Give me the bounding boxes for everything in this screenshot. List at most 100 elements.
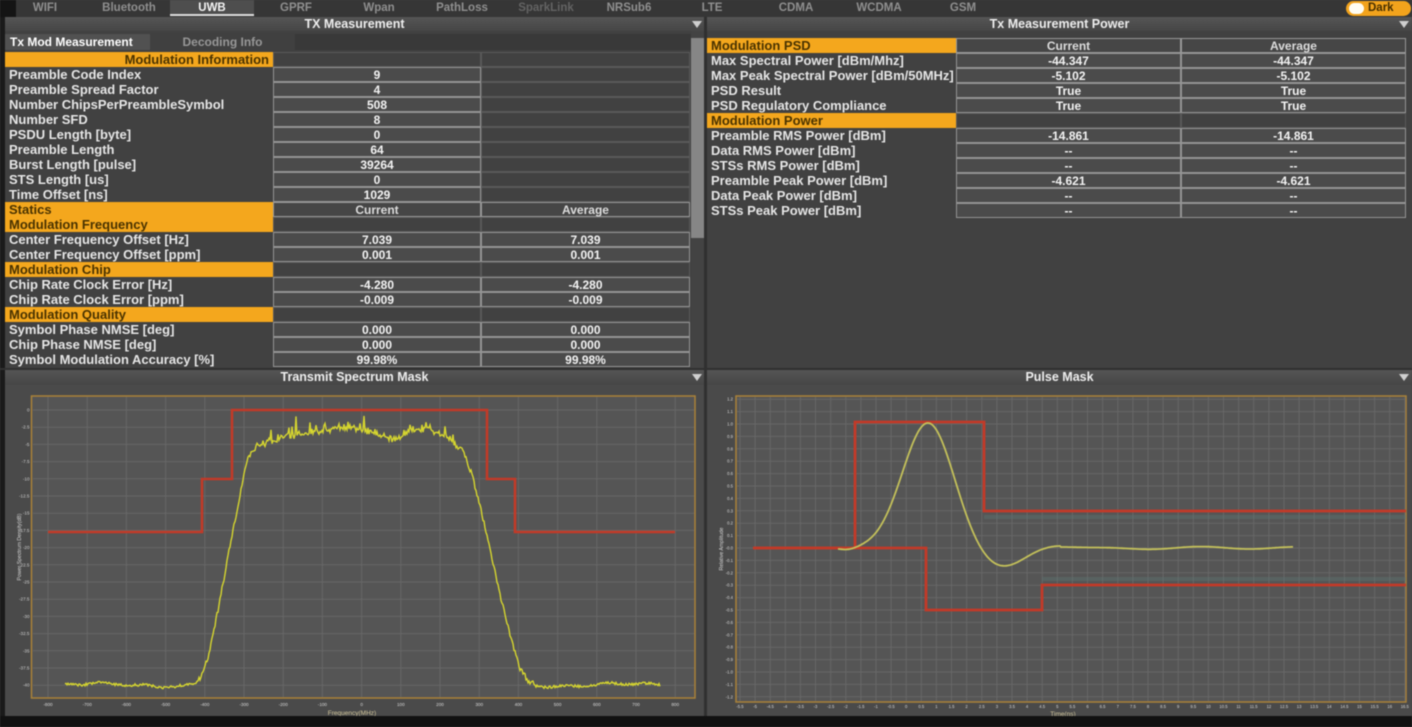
svg-text:9.5: 9.5	[1190, 704, 1196, 709]
svg-text:-40: -40	[23, 683, 30, 688]
svg-text:0: 0	[27, 408, 30, 413]
svg-text:13.5: 13.5	[1310, 704, 1319, 709]
svg-text:3.5: 3.5	[1009, 704, 1015, 709]
svg-text:100: 100	[397, 702, 405, 707]
svg-text:-0.0: -0.0	[726, 546, 734, 551]
svg-text:-600: -600	[122, 702, 132, 707]
svg-text:-300: -300	[239, 702, 249, 707]
svg-text:1: 1	[935, 704, 938, 709]
svg-text:-0.5: -0.5	[726, 608, 734, 613]
svg-text:1.5: 1.5	[949, 704, 955, 709]
svg-text:14: 14	[1327, 704, 1332, 709]
svg-text:-0.1: -0.1	[726, 558, 734, 563]
svg-text:800: 800	[671, 702, 679, 707]
svg-text:6.5: 6.5	[1100, 704, 1106, 709]
svg-text:14.5: 14.5	[1340, 704, 1349, 709]
svg-text:12.5: 12.5	[1280, 704, 1289, 709]
svg-text:-5: -5	[753, 704, 757, 709]
svg-text:-30: -30	[23, 614, 30, 619]
svg-text:-7.5: -7.5	[22, 459, 30, 464]
svg-text:0.6: 0.6	[727, 471, 733, 476]
svg-text:15.5: 15.5	[1371, 704, 1380, 709]
svg-text:-1: -1	[874, 704, 878, 709]
svg-text:11: 11	[1236, 704, 1241, 709]
svg-text:16.5: 16.5	[1401, 704, 1410, 709]
svg-text:-20: -20	[23, 545, 30, 550]
svg-text:-1.2: -1.2	[726, 694, 734, 699]
svg-text:0.5: 0.5	[918, 704, 924, 709]
svg-text:0.1: 0.1	[727, 533, 733, 538]
svg-text:-27.5: -27.5	[19, 597, 30, 602]
svg-text:-25: -25	[23, 580, 30, 585]
svg-text:7.5: 7.5	[1130, 704, 1136, 709]
svg-text:-0.9: -0.9	[726, 657, 734, 662]
svg-text:300: 300	[475, 702, 483, 707]
svg-text:-3.5: -3.5	[797, 704, 805, 709]
svg-text:0.4: 0.4	[727, 496, 733, 501]
svg-text:-200: -200	[279, 702, 289, 707]
svg-text:-1.0: -1.0	[726, 670, 734, 675]
svg-text:-0.8: -0.8	[726, 645, 734, 650]
svg-text:-400: -400	[200, 702, 210, 707]
svg-text:-2: -2	[844, 704, 848, 709]
svg-text:1.1: 1.1	[727, 409, 733, 414]
svg-text:4.5: 4.5	[1039, 704, 1045, 709]
svg-text:400: 400	[515, 702, 523, 707]
svg-text:-2.5: -2.5	[22, 425, 30, 430]
svg-text:2: 2	[965, 704, 968, 709]
svg-text:2.5: 2.5	[979, 704, 985, 709]
svg-text:3: 3	[996, 704, 999, 709]
svg-text:6: 6	[1086, 704, 1089, 709]
svg-text:-10: -10	[23, 476, 30, 481]
svg-text:-5.5: -5.5	[736, 704, 744, 709]
svg-text:-1.1: -1.1	[726, 682, 734, 687]
svg-text:4: 4	[1026, 704, 1029, 709]
svg-text:-500: -500	[161, 702, 171, 707]
svg-text:0.2: 0.2	[727, 521, 733, 526]
svg-text:-100: -100	[318, 702, 328, 707]
svg-text:0.5: 0.5	[727, 484, 733, 489]
svg-text:-0.7: -0.7	[726, 632, 734, 637]
svg-text:0: 0	[360, 702, 363, 707]
svg-text:0.7: 0.7	[727, 459, 733, 464]
svg-text:0.3: 0.3	[727, 508, 733, 513]
svg-text:600: 600	[593, 702, 601, 707]
svg-text:10: 10	[1206, 704, 1211, 709]
svg-text:5: 5	[1056, 704, 1059, 709]
svg-text:-0.2: -0.2	[726, 570, 734, 575]
svg-text:-5: -5	[25, 442, 30, 447]
svg-text:8.5: 8.5	[1160, 704, 1166, 709]
svg-text:-0.6: -0.6	[726, 620, 734, 625]
svg-text:8: 8	[1147, 704, 1150, 709]
svg-text:11.5: 11.5	[1250, 704, 1259, 709]
svg-text:Power Spectrum Density(dB): Power Spectrum Density(dB)	[17, 513, 23, 580]
svg-text:-0.5: -0.5	[887, 704, 895, 709]
svg-text:0.9: 0.9	[727, 434, 733, 439]
svg-text:7: 7	[1117, 704, 1120, 709]
svg-text:-4: -4	[783, 704, 787, 709]
svg-text:1.0: 1.0	[727, 422, 733, 427]
svg-text:-1.5: -1.5	[857, 704, 865, 709]
svg-text:Frequency(MHz): Frequency(MHz)	[328, 710, 376, 716]
svg-text:700: 700	[632, 702, 640, 707]
svg-text:5.5: 5.5	[1069, 704, 1075, 709]
svg-text:1.2: 1.2	[727, 397, 733, 402]
svg-text:15: 15	[1357, 704, 1362, 709]
svg-text:-12.5: -12.5	[19, 494, 30, 499]
svg-text:-35: -35	[23, 648, 30, 653]
svg-text:Time(ns): Time(ns)	[1050, 711, 1075, 716]
svg-text:-37.5: -37.5	[19, 666, 30, 671]
svg-text:-0.3: -0.3	[726, 583, 734, 588]
svg-text:500: 500	[554, 702, 562, 707]
svg-text:-0.4: -0.4	[726, 595, 734, 600]
svg-text:-3: -3	[814, 704, 818, 709]
svg-text:12: 12	[1267, 704, 1272, 709]
svg-text:10.5: 10.5	[1219, 704, 1228, 709]
svg-text:-2.5: -2.5	[827, 704, 835, 709]
svg-text:-32.5: -32.5	[19, 631, 30, 636]
svg-text:0.8: 0.8	[727, 446, 733, 451]
svg-text:13: 13	[1297, 704, 1302, 709]
svg-text:-700: -700	[83, 702, 93, 707]
svg-text:Relative Amplitude: Relative Amplitude	[719, 527, 725, 570]
svg-text:-4.5: -4.5	[767, 704, 775, 709]
